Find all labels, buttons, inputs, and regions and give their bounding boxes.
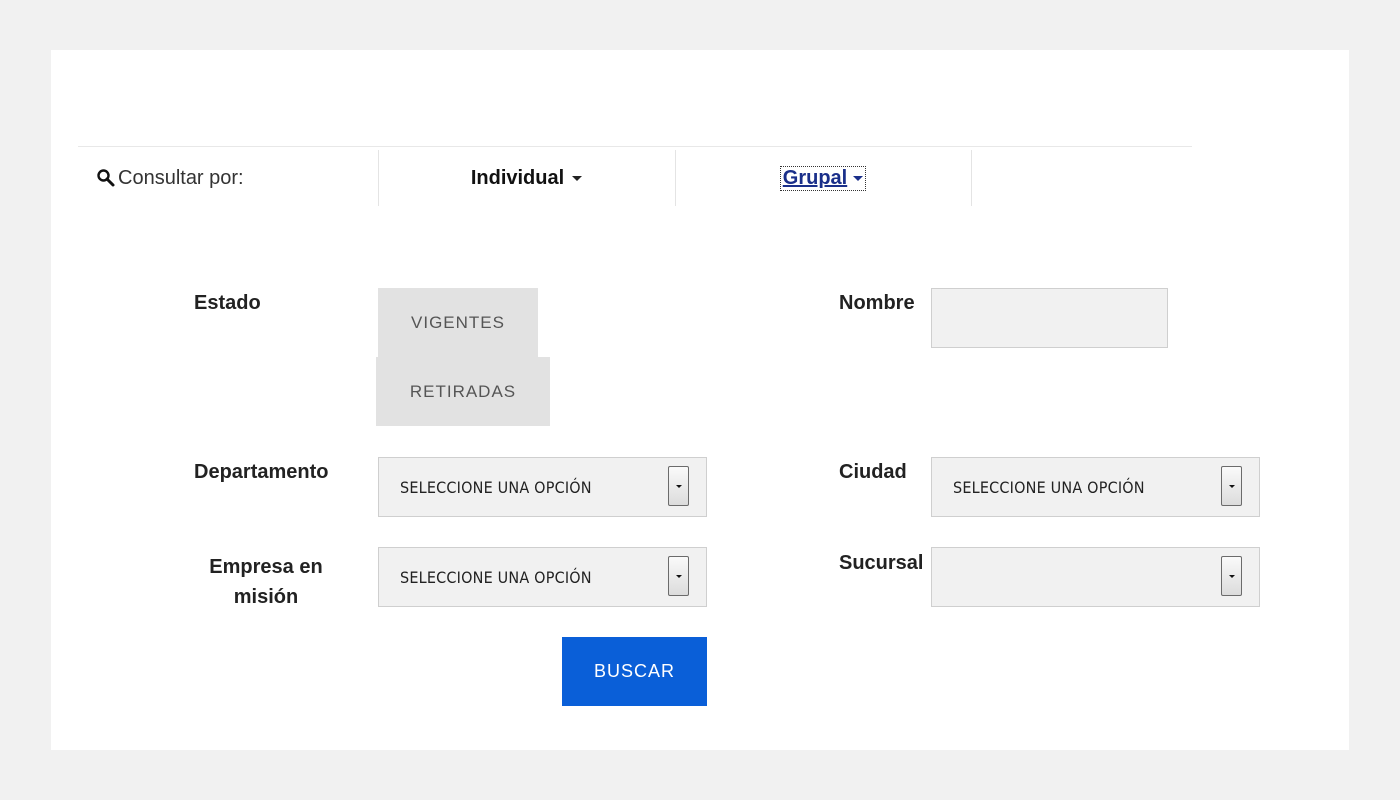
retiradas-button[interactable]: RETIRADAS [376, 357, 550, 426]
consult-label: Consultar por: [96, 167, 244, 190]
vigentes-button[interactable]: VIGENTES [378, 288, 538, 357]
dropdown-arrow-icon[interactable] [668, 466, 689, 506]
consult-tabs: Consultar por: Individual Grupal [78, 150, 1192, 206]
consult-label-cell: Consultar por: [78, 150, 378, 206]
ciudad-select[interactable]: SELECCIONE UNA OPCIÓN [931, 457, 1260, 517]
empresa-select-value: SELECCIONE UNA OPCIÓN [400, 567, 592, 587]
dropdown-arrow-icon[interactable] [668, 556, 689, 596]
dropdown-arrow-icon[interactable] [1221, 466, 1242, 506]
dropdown-arrow-icon[interactable] [1221, 556, 1242, 596]
tab-individual-label: Individual [470, 166, 565, 189]
empresa-label-line1: Empresa en [209, 556, 323, 578]
empresa-select[interactable]: SELECCIONE UNA OPCIÓN [378, 547, 707, 607]
tab-grupal[interactable]: Grupal [675, 150, 971, 206]
sucursal-label: Sucursal [839, 552, 924, 574]
search-icon [97, 169, 115, 187]
tab-grupal-link[interactable]: Grupal [779, 165, 867, 191]
ciudad-label: Ciudad [839, 461, 907, 483]
ciudad-select-value: SELECCIONE UNA OPCIÓN [953, 477, 1145, 497]
empresa-label-line2: misión [233, 586, 299, 608]
top-divider [78, 146, 1192, 147]
buscar-button[interactable]: BUSCAR [562, 637, 707, 706]
nombre-label: Nombre [839, 292, 915, 314]
estado-label: Estado [194, 292, 261, 314]
sucursal-select[interactable] [931, 547, 1260, 607]
departamento-select[interactable]: SELECCIONE UNA OPCIÓN [378, 457, 707, 517]
empresa-label: Empresa en misión [194, 552, 338, 612]
departamento-select-value: SELECCIONE UNA OPCIÓN [400, 477, 592, 497]
chevron-down-icon [572, 175, 583, 181]
departamento-label: Departamento [194, 461, 329, 483]
tab-individual[interactable]: Individual [378, 150, 675, 206]
tab-grupal-label: Grupal [782, 166, 848, 189]
tab-divider [971, 150, 972, 206]
chevron-down-icon [853, 175, 864, 181]
nombre-input[interactable] [931, 288, 1168, 348]
consult-label-text: Consultar por: [118, 166, 244, 189]
